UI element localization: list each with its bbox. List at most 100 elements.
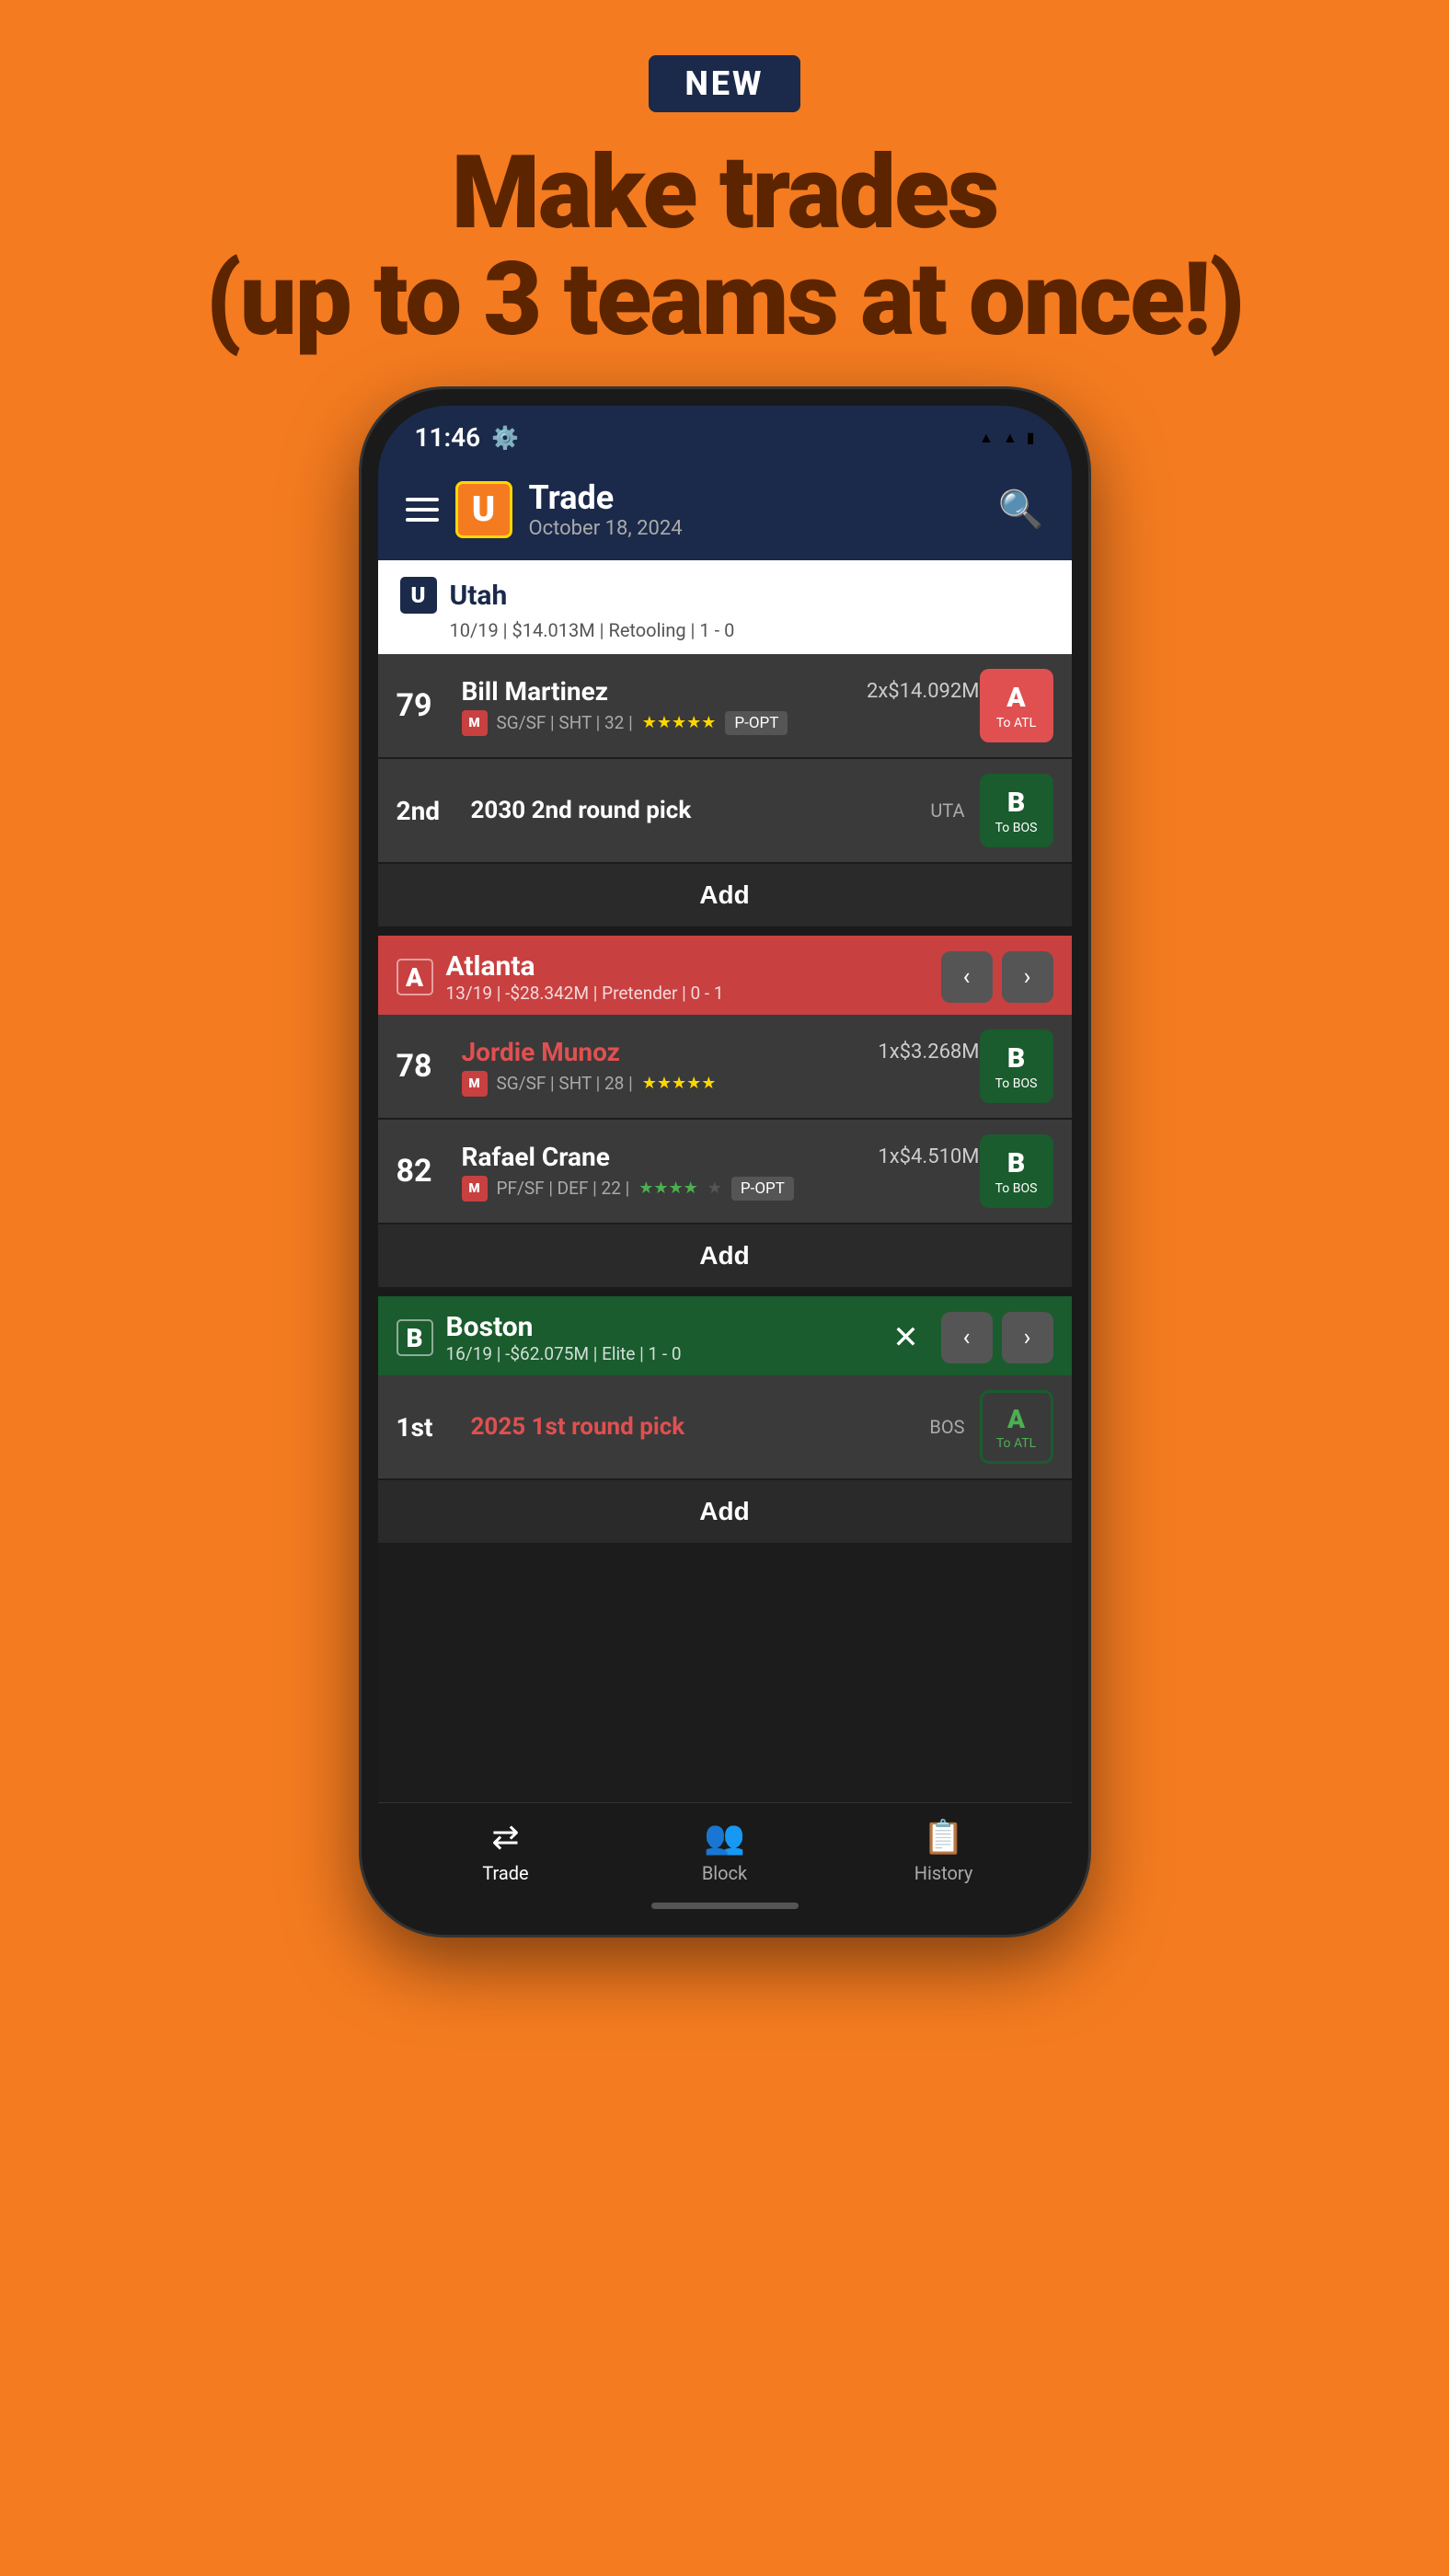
dest-letter: B — [1007, 1042, 1025, 1075]
player-stars: ★★★★★ — [642, 1074, 717, 1093]
atlanta-player-2[interactable]: 82 Rafael Crane 1x$4.510M M PF/SF | DEF … — [378, 1120, 1072, 1223]
gear-icon: ⚙️ — [491, 425, 519, 451]
player-empty-star: ★ — [707, 1179, 722, 1198]
destination-badge-bos[interactable]: B To BOS — [980, 1029, 1053, 1103]
player-details: M PF/SF | DEF | 22 | ★★★★★ P-OPT — [462, 1176, 980, 1202]
destination-badge-bos[interactable]: B To BOS — [980, 774, 1053, 847]
phone-container: 11:46 ⚙️ ▲ ▲ ▮ U Trade — [362, 389, 1088, 1935]
atlanta-left: A Atlanta 13/19 | -$28.342M | Pretender … — [397, 950, 724, 1004]
nav-block[interactable]: 👥 Block — [615, 1818, 834, 1884]
boston-info-block: Boston 16/19 | -$62.075M | Elite | 1 - 0 — [446, 1311, 682, 1364]
pick-team: BOS — [929, 1416, 979, 1438]
trade-label: Trade — [482, 1862, 528, 1884]
history-icon: 📋 — [923, 1818, 964, 1857]
utah-header-row: U Utah — [400, 577, 1050, 614]
utah-add-button[interactable]: Add — [378, 864, 1072, 926]
player-name: Rafael Crane — [462, 1142, 610, 1172]
scroll-content: U Utah 10/19 | $14.013M | Retooling | 1 … — [378, 560, 1072, 1918]
player-details: M SG/SF | SHT | 28 | ★★★★★ — [462, 1071, 980, 1097]
header-subtitle: October 18, 2024 — [529, 517, 683, 540]
top-section: NEW Make trades (up to 3 teams at once!) — [206, 0, 1243, 352]
home-indicator — [378, 1893, 1072, 1918]
time-display: 11:46 — [415, 422, 481, 453]
history-label: History — [914, 1862, 973, 1884]
nav-trade[interactable]: ⇄ Trade — [397, 1818, 615, 1884]
boston-add-button[interactable]: Add — [378, 1480, 1072, 1543]
atlanta-nav-arrows: ‹ › — [941, 951, 1053, 1003]
headline-line2: (up to 3 teams at once!) — [206, 247, 1243, 353]
status-icons: ▲ ▲ ▮ — [979, 429, 1035, 447]
dest-label: To ATL — [996, 1436, 1036, 1451]
next-button[interactable]: › — [1002, 951, 1053, 1003]
player-stars: ★★★★ — [638, 1179, 698, 1198]
player-name-row: Rafael Crane 1x$4.510M — [462, 1142, 980, 1172]
dest-letter: A — [1007, 1404, 1025, 1434]
prev-button[interactable]: ‹ — [941, 951, 993, 1003]
destination-badge-atl[interactable]: A To ATL — [980, 669, 1053, 742]
atlanta-player-1[interactable]: 78 Jordie Munoz 1x$3.268M M SG/SF | SHT … — [378, 1015, 1072, 1118]
boston-name: Boston — [446, 1311, 682, 1343]
boston-section: B Boston 16/19 | -$62.075M | Elite | 1 -… — [378, 1296, 1072, 1375]
header-title: Trade — [529, 478, 683, 517]
pick-team: UTA — [930, 799, 979, 822]
dest-letter: B — [1007, 1147, 1025, 1179]
atlanta-add-button[interactable]: Add — [378, 1225, 1072, 1287]
player-team-badge: M — [462, 710, 488, 736]
player-number: 79 — [397, 687, 447, 724]
headline: Make trades (up to 3 teams at once!) — [206, 140, 1243, 352]
player-contract: 1x$4.510M — [878, 1145, 979, 1168]
dest-label: To ATL — [996, 716, 1036, 730]
pick-label: 1st — [397, 1412, 456, 1443]
atlanta-add-section: Add — [378, 1225, 1072, 1287]
boston-info: 16/19 | -$62.075M | Elite | 1 - 0 — [446, 1343, 682, 1364]
destination-badge-bos[interactable]: B To BOS — [980, 1134, 1053, 1208]
atlanta-section: A Atlanta 13/19 | -$28.342M | Pretender … — [378, 936, 1072, 1015]
pick-label: 2nd — [397, 796, 456, 826]
trade-icon: ⇄ — [491, 1818, 519, 1857]
p-opt-badge: P-OPT — [731, 1177, 794, 1201]
player-info: Bill Martinez 2x$14.092M M SG/SF | SHT |… — [462, 676, 980, 736]
utah-player-1[interactable]: 79 Bill Martinez 2x$14.092M M SG/SF | SH… — [378, 654, 1072, 757]
player-pos: SG/SF | SHT | 32 | — [497, 712, 633, 733]
status-bar: 11:46 ⚙️ ▲ ▲ ▮ — [378, 406, 1072, 462]
atlanta-name: Atlanta — [446, 950, 724, 983]
utah-name: Utah — [450, 580, 508, 612]
status-time: 11:46 ⚙️ — [415, 422, 520, 453]
boston-pick-1[interactable]: 1st 2025 1st round pick BOS A To ATL — [378, 1375, 1072, 1478]
dest-label: To BOS — [995, 1076, 1038, 1091]
utah-pick-1[interactable]: 2nd 2030 2nd round pick UTA B To BOS — [378, 759, 1072, 862]
pick-left: 1st 2025 1st round pick BOS — [397, 1412, 980, 1443]
dest-letter: B — [1007, 787, 1025, 819]
prev-button[interactable]: ‹ — [941, 1312, 993, 1363]
player-number: 78 — [397, 1048, 447, 1085]
block-label: Block — [702, 1862, 747, 1884]
close-button[interactable]: ✕ — [880, 1312, 932, 1363]
next-button[interactable]: › — [1002, 1312, 1053, 1363]
boston-add-section: Add — [378, 1480, 1072, 1543]
headline-line1: Make trades — [206, 140, 1243, 247]
p-opt-badge: P-OPT — [725, 711, 788, 735]
app-header: U Trade October 18, 2024 🔍 — [378, 462, 1072, 560]
player-stars: ★★★★★ — [642, 713, 717, 732]
dest-label: To BOS — [995, 821, 1038, 835]
pick-left: 2nd 2030 2nd round pick UTA — [397, 796, 980, 826]
menu-button[interactable] — [406, 498, 439, 522]
destination-badge-atl-outline[interactable]: A To ATL — [980, 1390, 1053, 1464]
bottom-nav: ⇄ Trade 👥 Block 📋 History — [378, 1802, 1072, 1893]
signal-icon: ▲ — [1003, 429, 1018, 447]
player-left: 78 Jordie Munoz 1x$3.268M M SG/SF | SHT … — [397, 1037, 980, 1097]
player-left: 82 Rafael Crane 1x$4.510M M PF/SF | DEF … — [397, 1142, 980, 1202]
pick-name: 2025 1st round pick — [471, 1413, 685, 1441]
player-team-badge: M — [462, 1176, 488, 1202]
nav-history[interactable]: 📋 History — [834, 1818, 1053, 1884]
search-button[interactable]: 🔍 — [998, 488, 1044, 531]
atlanta-logo: A — [397, 959, 433, 995]
boston-left: B Boston 16/19 | -$62.075M | Elite | 1 -… — [397, 1311, 682, 1364]
divider-1 — [378, 926, 1072, 936]
player-contract: 2x$14.092M — [867, 680, 979, 703]
player-info: Jordie Munoz 1x$3.268M M SG/SF | SHT | 2… — [462, 1037, 980, 1097]
block-icon: 👥 — [704, 1818, 745, 1857]
phone-screen: 11:46 ⚙️ ▲ ▲ ▮ U Trade — [378, 406, 1072, 1918]
header-title-block: Trade October 18, 2024 — [529, 478, 683, 540]
player-details: M SG/SF | SHT | 32 | ★★★★★ P-OPT — [462, 710, 980, 736]
